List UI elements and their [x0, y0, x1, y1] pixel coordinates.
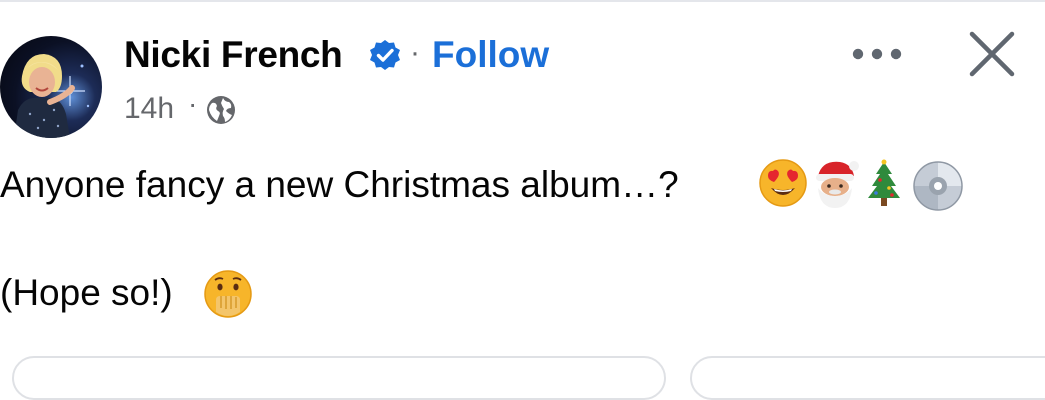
avatar[interactable] — [0, 36, 102, 138]
verified-badge-icon — [370, 40, 400, 70]
avatar-image — [14, 54, 90, 138]
post-timestamp[interactable]: 14h — [124, 92, 174, 126]
close-icon[interactable] — [966, 28, 1018, 80]
follow-button[interactable]: Follow — [432, 34, 549, 76]
author-name[interactable]: Nicki French — [124, 34, 343, 76]
post-text-line: Anyone fancy a new Christmas album…? — [0, 164, 679, 205]
more-options-icon[interactable] — [848, 36, 906, 72]
christmas-tree-emoji — [868, 159, 900, 206]
santa-emoji — [816, 161, 859, 208]
heart-eyes-emoji — [759, 159, 807, 207]
separator-dot: · — [410, 36, 420, 69]
link-preview-card[interactable] — [690, 356, 1045, 400]
separator-dot: · — [188, 88, 198, 119]
dvd-emoji — [913, 161, 963, 211]
top-divider — [0, 0, 1045, 2]
globe-icon — [207, 96, 235, 124]
hand-over-mouth-emoji — [204, 270, 252, 318]
post-text-line: (Hope so!) — [0, 272, 173, 313]
link-preview-card[interactable] — [12, 356, 666, 400]
